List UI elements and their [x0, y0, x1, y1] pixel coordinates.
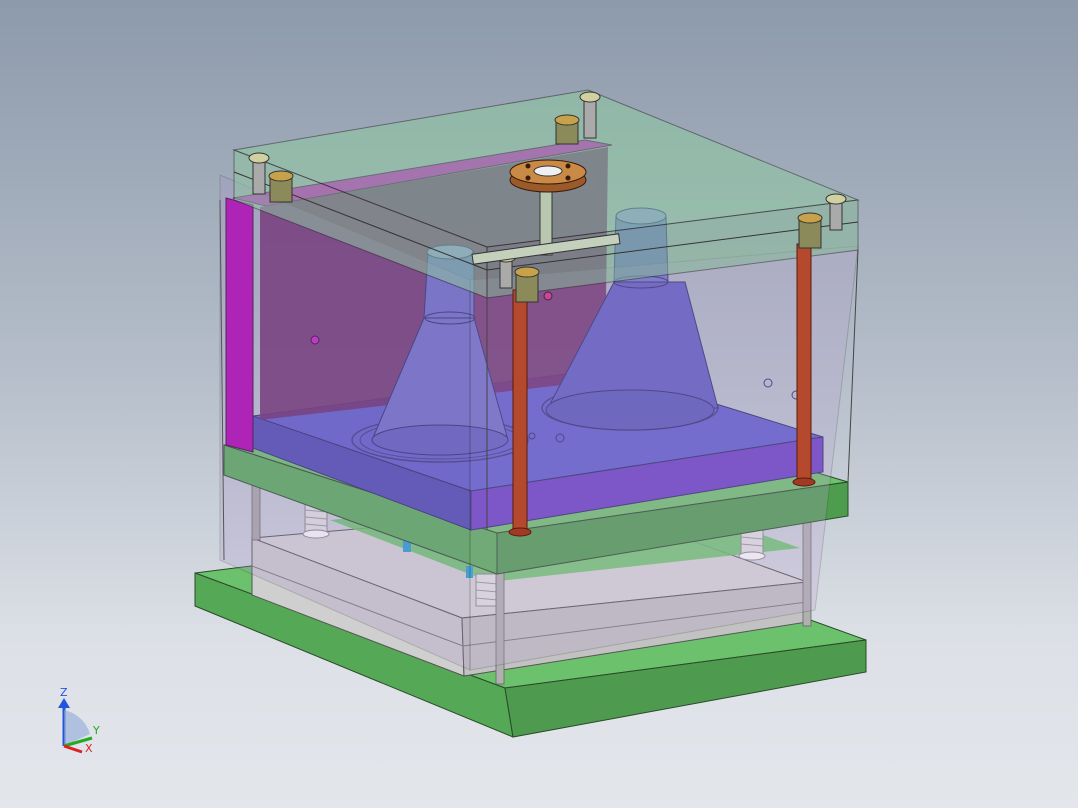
x-axis-label: X: [85, 742, 93, 755]
sprue-hole: [543, 291, 553, 301]
guide-pin-right-base: [792, 477, 816, 487]
guide-pin-front: [512, 289, 528, 531]
guide-pin-right: [796, 243, 812, 483]
z-axis-label: Z: [60, 686, 68, 699]
cad-3d-viewport[interactable]: Z Y X: [0, 0, 1078, 808]
locating-ring: [509, 159, 587, 193]
coordinate-triad[interactable]: Z Y X: [52, 686, 108, 756]
bushing-right: [797, 212, 823, 249]
y-axis-label: Y: [93, 724, 100, 737]
bushing-front: [514, 266, 540, 303]
bushing-back: [554, 114, 580, 145]
mold-assembly-model[interactable]: [0, 0, 1078, 808]
bushing-back-left: [268, 170, 294, 203]
guide-pin-front-base: [508, 527, 532, 537]
